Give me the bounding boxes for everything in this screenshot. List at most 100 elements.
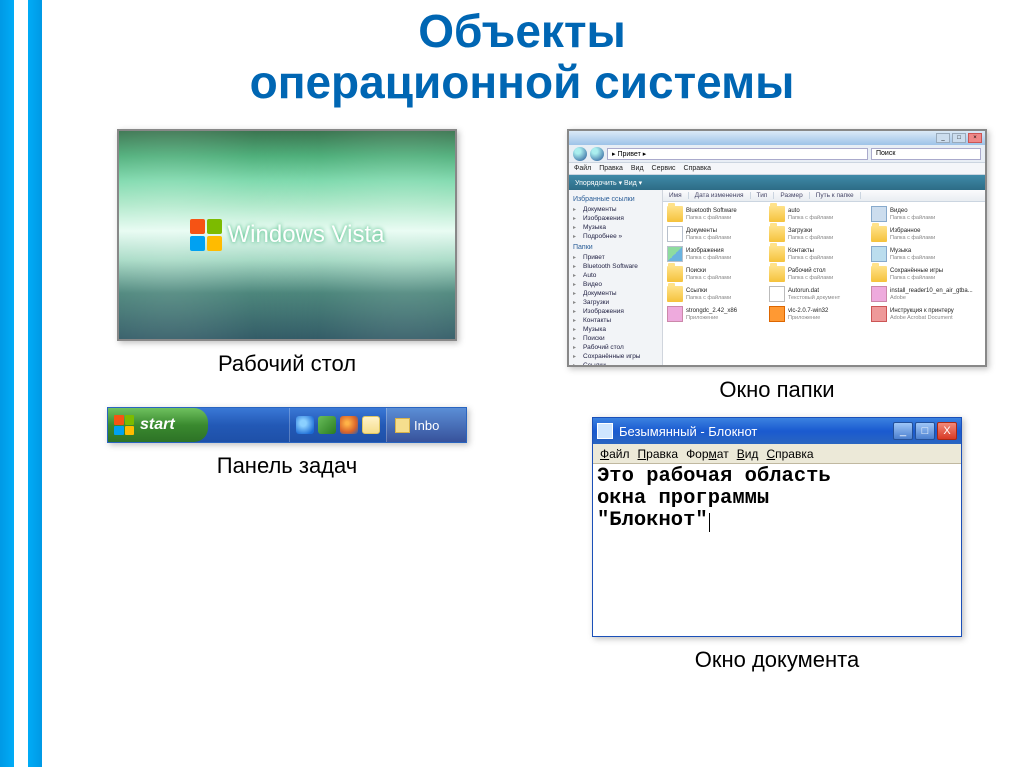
exe-icon xyxy=(667,306,683,322)
folder-icon xyxy=(667,266,683,282)
menu-view[interactable]: Вид xyxy=(631,165,644,172)
windows-logo-icon xyxy=(114,415,134,435)
file-item[interactable]: strongdc_2.42_x86Приложение xyxy=(666,305,766,323)
menu-edit[interactable]: Правка xyxy=(599,165,623,172)
ie-icon[interactable] xyxy=(296,416,314,434)
folder-icon xyxy=(667,206,683,222)
caption-taskbar: Панель задач xyxy=(217,453,358,479)
sidebar-folder-item[interactable]: Загрузки xyxy=(573,298,658,307)
notepad-window: Безымянный - Блокнот _ □ X Файл Правка Ф… xyxy=(592,417,962,637)
sidebar-item[interactable]: Подробнее » xyxy=(573,232,658,241)
vista-text: Windows Vista xyxy=(228,221,385,249)
content-grid: Windows Vista Рабочий стол start xyxy=(0,129,1024,673)
explorer-titlebar: _ □ × xyxy=(569,131,985,145)
menu-tools[interactable]: Сервис xyxy=(652,165,676,172)
explorer-window: _ □ × ▸ Привет ▸ Поиск Файл Правка Вид С… xyxy=(567,129,987,367)
file-item[interactable]: ВидеоПапка с файлами xyxy=(870,205,970,223)
window-buttons: _ □ X xyxy=(893,422,957,440)
sidebar-folder-item[interactable]: Рабочий стол xyxy=(573,343,658,352)
caption-folder: Окно папки xyxy=(719,377,834,403)
np-menu-edit[interactable]: Правка xyxy=(635,447,682,461)
file-item[interactable]: МузыкаПапка с файлами xyxy=(870,245,970,263)
file-item[interactable]: autoПапка с файлами xyxy=(768,205,868,223)
file-item[interactable]: Рабочий столПапка с файлами xyxy=(768,265,868,283)
notepad-titlebar: Безымянный - Блокнот _ □ X xyxy=(593,418,961,444)
windows-logo-icon xyxy=(190,219,222,251)
maximize-button[interactable]: □ xyxy=(952,133,966,143)
np-menu-file[interactable]: Файл xyxy=(597,447,633,461)
taskbar-task[interactable]: Inbo xyxy=(386,408,466,442)
sidebar-folder-item[interactable]: Музыка xyxy=(573,325,658,334)
sidebar-folder-item[interactable]: Поиски xyxy=(573,334,658,343)
file-item[interactable]: ЗагрузкиПапка с файлами xyxy=(768,225,868,243)
firefox-icon[interactable] xyxy=(340,416,358,434)
sidebar-item[interactable]: Музыка xyxy=(573,223,658,232)
explorer-main: Имя Дата изменения Тип Размер Путь к пап… xyxy=(663,190,985,365)
folder-icon xyxy=(871,226,887,242)
address-path[interactable]: ▸ Привет ▸ xyxy=(607,148,868,160)
file-item[interactable]: vlc-2.0.7-win32Приложение xyxy=(768,305,868,323)
notepad-menubar: Файл Правка Формат Вид Справка xyxy=(593,444,961,464)
menu-help[interactable]: Справка xyxy=(684,165,711,172)
pdf-icon xyxy=(871,306,887,322)
task-label: Inbo xyxy=(414,418,439,433)
mail-icon[interactable] xyxy=(362,416,380,434)
sidebar-folder-item[interactable]: Видео xyxy=(573,280,658,289)
sidebar-folder-item[interactable]: Ссылки xyxy=(573,361,658,365)
explorer-toolbar: Упорядочить ▾ Вид ▾ xyxy=(569,175,985,190)
notepad-title: Безымянный - Блокнот xyxy=(619,424,757,439)
search-field[interactable]: Поиск xyxy=(871,148,981,160)
explorer-menubar: Файл Правка Вид Сервис Справка xyxy=(569,163,985,175)
minimize-button[interactable]: _ xyxy=(893,422,913,440)
nav-fwd-icon[interactable] xyxy=(590,147,604,161)
file-item[interactable]: ДокументыПапка с файлами xyxy=(666,225,766,243)
file-item[interactable]: ИзображенияПапка с файлами xyxy=(666,245,766,263)
sidebar-folder-item[interactable]: Документы xyxy=(573,289,658,298)
close-button[interactable]: × xyxy=(968,133,982,143)
nav-back-icon[interactable] xyxy=(573,147,587,161)
file-item[interactable]: ИзбранноеПапка с файлами xyxy=(870,225,970,243)
caption-document: Окно документа xyxy=(695,647,860,673)
taskbar-wrap: start Inbo xyxy=(107,407,467,443)
np-menu-help[interactable]: Справка xyxy=(763,447,816,461)
antivirus-icon[interactable] xyxy=(318,416,336,434)
sidebar-folder-item[interactable]: Bluetooth Software xyxy=(573,262,658,271)
quick-launch xyxy=(289,408,386,442)
file-item[interactable]: Инструкция к принтеруAdobe Acrobat Docum… xyxy=(870,305,970,323)
file-item[interactable]: Bluetooth SoftwareПапка с файлами xyxy=(666,205,766,223)
sidebar-item[interactable]: Изображения xyxy=(573,214,658,223)
file-item[interactable]: ПоискиПапка с файлами xyxy=(666,265,766,283)
slide-title: Объекты операционной системы xyxy=(0,0,1024,117)
folder-icon xyxy=(871,266,887,282)
mail-envelope-icon xyxy=(395,418,410,433)
np-menu-format[interactable]: Формат xyxy=(683,447,732,461)
file-item[interactable]: install_reader10_en_air_gtba...Adobe xyxy=(870,285,970,303)
close-button[interactable]: X xyxy=(937,422,957,440)
sidebar-item[interactable]: Документы xyxy=(573,205,658,214)
explorer-body: Избранные ссылки ДокументыИзображенияМуз… xyxy=(569,190,985,365)
np-menu-view[interactable]: Вид xyxy=(734,447,762,461)
explorer-sidebar: Избранные ссылки ДокументыИзображенияМуз… xyxy=(569,190,663,365)
minimize-button[interactable]: _ xyxy=(936,133,950,143)
notepad-icon xyxy=(597,423,613,439)
cell-folder: _ □ × ▸ Привет ▸ Поиск Файл Правка Вид С… xyxy=(557,129,997,673)
file-item[interactable]: СсылкиПапка с файлами xyxy=(666,285,766,303)
start-button[interactable]: start xyxy=(108,408,208,442)
notepad-textarea[interactable]: Это рабочая область окна программы "Блок… xyxy=(593,464,961,636)
doc-icon xyxy=(667,226,683,242)
vista-brand: Windows Vista xyxy=(190,219,385,251)
sidebar-folder-item[interactable]: Привет xyxy=(573,253,658,262)
sidebar-folder-item[interactable]: Сохранённые игры xyxy=(573,352,658,361)
menu-file[interactable]: Файл xyxy=(574,165,591,172)
sidebar-folder-item[interactable]: Контакты xyxy=(573,316,658,325)
sidebar-folder-item[interactable]: Auto xyxy=(573,271,658,280)
sidebar-header-fav: Избранные ссылки xyxy=(573,196,658,203)
maximize-button[interactable]: □ xyxy=(915,422,935,440)
sidebar-folder-item[interactable]: Изображения xyxy=(573,307,658,316)
file-item[interactable]: Autorun.datТекстовый документ xyxy=(768,285,868,303)
file-item[interactable]: КонтактыПапка с файлами xyxy=(768,245,868,263)
title-line-1: Объекты xyxy=(418,5,626,57)
slide-accent-bar xyxy=(0,0,42,767)
file-item[interactable]: Сохранённые игрыПапка с файлами xyxy=(870,265,970,283)
caption-desktop: Рабочий стол xyxy=(218,351,356,377)
